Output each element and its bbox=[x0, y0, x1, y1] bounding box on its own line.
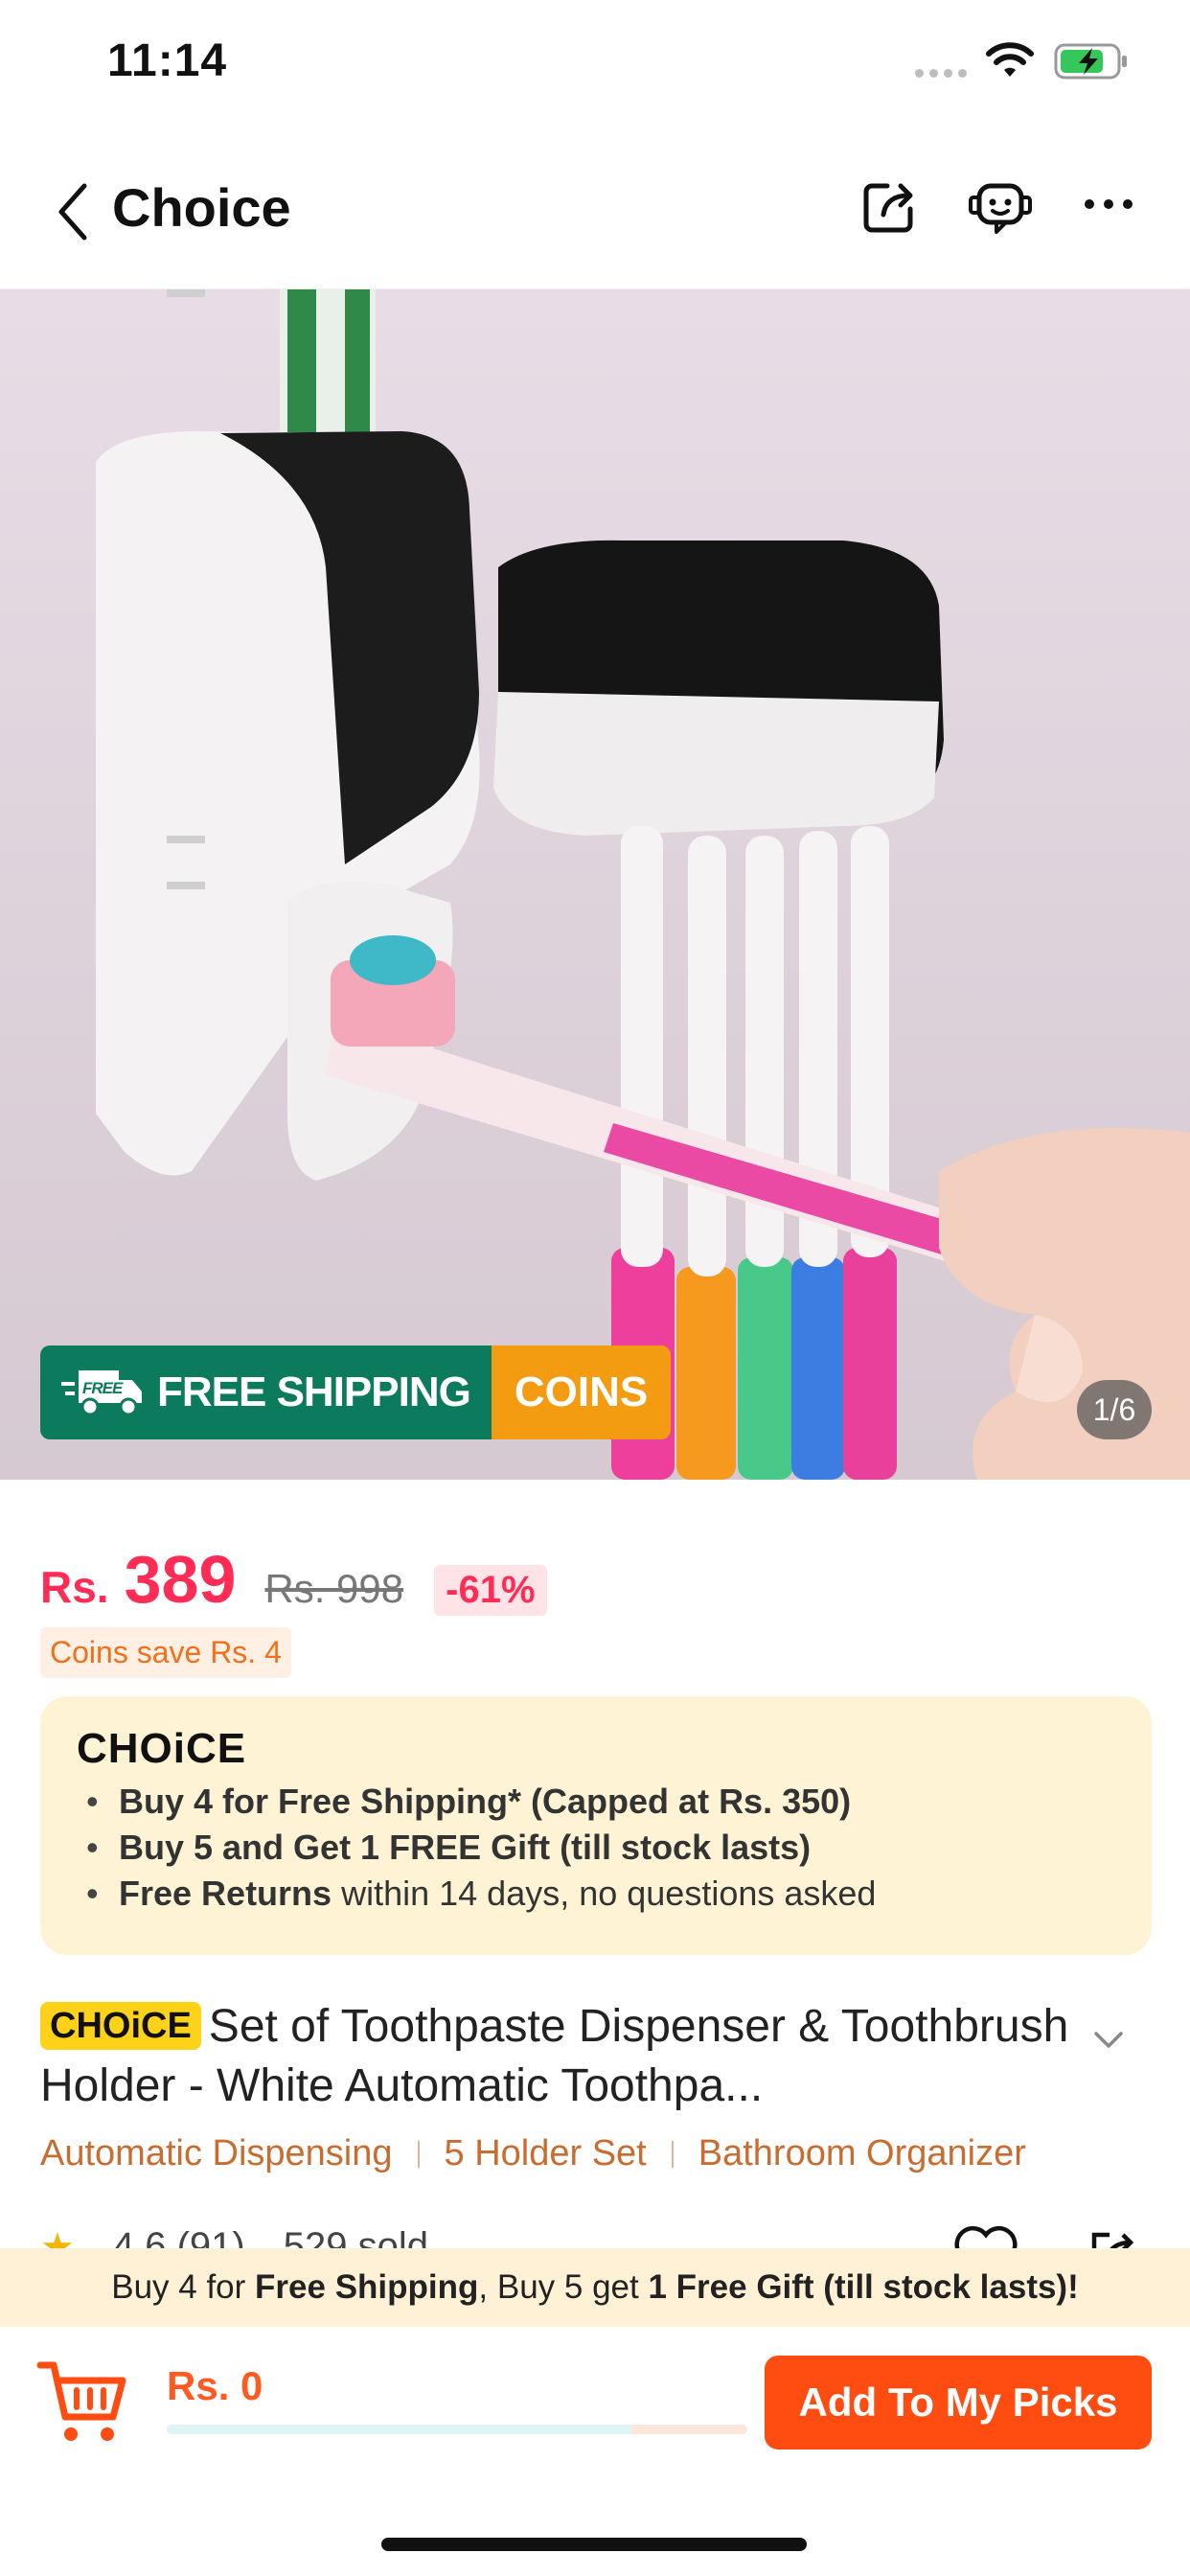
product-photo bbox=[96, 289, 1190, 1480]
cart-total: Rs. 0 bbox=[167, 2363, 263, 2408]
rating-value[interactable]: 4.6 (91) bbox=[113, 2225, 245, 2248]
status-time: 11:14 bbox=[107, 35, 228, 86]
battery-charging-icon bbox=[1054, 43, 1127, 80]
cellular-signal-icon bbox=[915, 69, 967, 78]
product-tags: Automatic Dispensing 5 Holder Set Bathro… bbox=[40, 2133, 1026, 2174]
tag-separator bbox=[417, 2140, 420, 2168]
free-shipping-badge: FREE FREE SHIPPING bbox=[40, 1346, 492, 1439]
share-icon[interactable] bbox=[858, 176, 920, 238]
choice-logo: CHOiCE bbox=[77, 1725, 247, 1772]
sold-count: 529 sold bbox=[283, 2225, 428, 2248]
benefit-item: Free Returns within 14 days, no question… bbox=[86, 1871, 876, 1917]
home-indicator bbox=[381, 2538, 807, 2551]
more-options-icon[interactable] bbox=[1085, 199, 1133, 209]
choice-benefits-card[interactable]: CHOiCE Buy 4 for Free Shipping* (Capped … bbox=[40, 1696, 1152, 1955]
promo-banner: FREE FREE SHIPPING COINS bbox=[40, 1346, 672, 1439]
back-icon[interactable] bbox=[54, 180, 92, 243]
chevron-down-icon[interactable] bbox=[1092, 2030, 1125, 2051]
wifi-icon bbox=[986, 42, 1034, 77]
product-image-gallery[interactable]: FREE FREE SHIPPING COINS 1/6 bbox=[0, 289, 1190, 1480]
coins-save-badge: Coins save Rs. 4 bbox=[40, 1627, 291, 1678]
status-bar: 11:14 bbox=[0, 0, 1190, 134]
progress-fill bbox=[167, 2425, 631, 2434]
benefit-item: Buy 4 for Free Shipping* (Capped at Rs. … bbox=[86, 1779, 876, 1825]
free-shipping-label: FREE SHIPPING bbox=[157, 1368, 471, 1415]
image-page-counter: 1/6 bbox=[1077, 1380, 1152, 1439]
star-icon: ★ bbox=[40, 2226, 75, 2248]
free-shipping-progress-bar bbox=[167, 2425, 747, 2434]
free-icon-text: FREE bbox=[82, 1379, 124, 1397]
delivery-truck-icon: FREE bbox=[61, 1370, 142, 1416]
tag[interactable]: Automatic Dispensing bbox=[40, 2133, 393, 2174]
benefit-item: Buy 5 and Get 1 FREE Gift (till stock la… bbox=[86, 1825, 876, 1871]
current-price: 389 bbox=[124, 1542, 237, 1617]
page-title: Choice bbox=[112, 177, 291, 238]
tag-separator bbox=[671, 2140, 674, 2168]
share-product-icon[interactable] bbox=[1083, 2225, 1140, 2248]
shipping-notice-bar: Buy 4 for Free Shipping, Buy 5 get 1 Fre… bbox=[0, 2248, 1190, 2327]
original-price: Rs. 998 bbox=[264, 1566, 404, 1611]
nav-bar: Choice bbox=[0, 134, 1190, 289]
discount-badge: -61% bbox=[434, 1565, 547, 1616]
tag[interactable]: Bathroom Organizer bbox=[698, 2133, 1026, 2174]
cart-icon[interactable] bbox=[36, 2358, 128, 2446]
bottom-action-bar: Rs. 0 Add To My Picks bbox=[0, 2327, 1190, 2576]
rating-row: ★ 4.6 (91) 529 sold bbox=[40, 2225, 1152, 2248]
wishlist-heart-icon[interactable] bbox=[952, 2225, 1019, 2248]
price-currency: Rs. bbox=[40, 1562, 109, 1612]
tag[interactable]: 5 Holder Set bbox=[445, 2133, 647, 2174]
coins-badge: COINS bbox=[491, 1346, 672, 1439]
add-to-my-picks-button[interactable]: Add To My Picks bbox=[765, 2356, 1152, 2450]
customer-service-icon[interactable] bbox=[968, 176, 1033, 240]
product-title[interactable]: CHOiCE Set of Toothpaste Dispenser & Toot… bbox=[40, 1997, 1094, 2116]
price-row: Rs. 389 Rs. 998 -61% bbox=[40, 1541, 547, 1618]
choice-badge: CHOiCE bbox=[40, 2002, 201, 2050]
choice-benefits-list: Buy 4 for Free Shipping* (Capped at Rs. … bbox=[86, 1779, 876, 1917]
